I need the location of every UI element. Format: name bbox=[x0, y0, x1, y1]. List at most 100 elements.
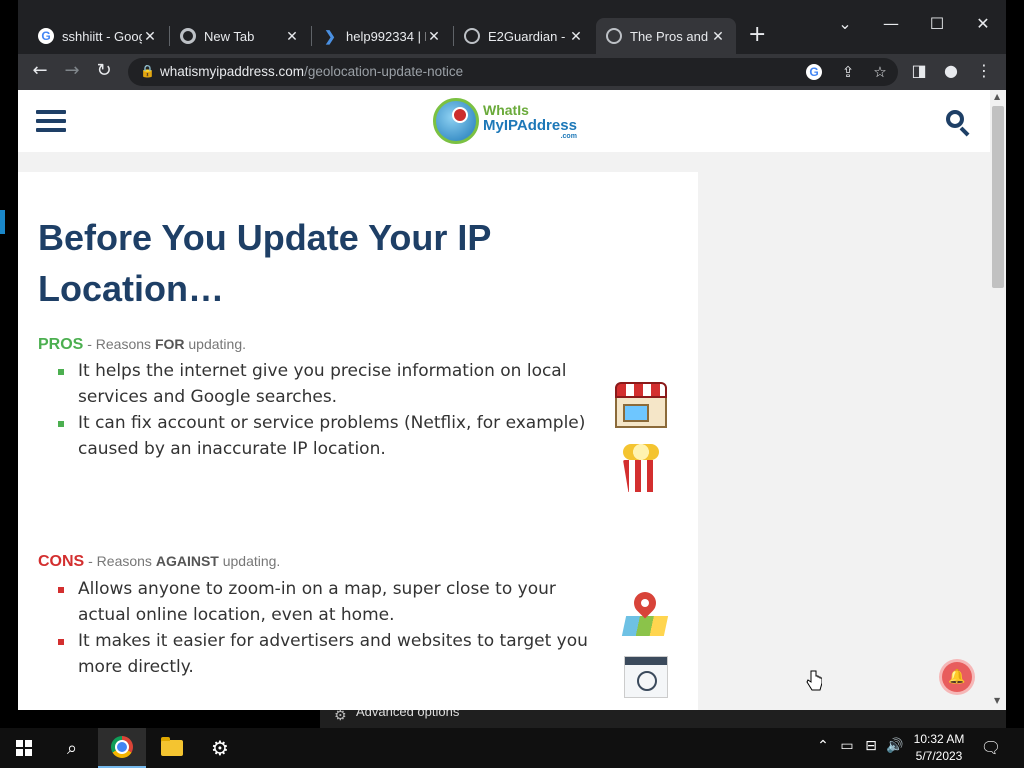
globe-icon bbox=[464, 28, 480, 44]
pros-emphasis: FOR bbox=[154, 336, 185, 352]
logo-line-1: WhatIs bbox=[483, 101, 529, 118]
battery-icon[interactable]: ▭ bbox=[836, 738, 858, 754]
cons-keyword: CONS bbox=[38, 553, 85, 570]
logo-line-2: MyIPAddress bbox=[483, 116, 577, 134]
tab-strip: G sshhiitt - Goog ✕ New Tab ✕ ❯ help9923… bbox=[18, 0, 1006, 54]
logo-globe-icon bbox=[433, 98, 479, 144]
pros-keyword: PROS bbox=[38, 336, 84, 353]
tab-e2guardian[interactable]: E2Guardian - A ✕ bbox=[454, 18, 594, 54]
google-icon: G bbox=[38, 28, 54, 44]
tab-title: E2Guardian - A bbox=[488, 28, 568, 44]
browser-window: G sshhiitt - Goog ✕ New Tab ✕ ❯ help9923… bbox=[18, 0, 1006, 710]
pros-label: PROS - Reasons FOR updating. bbox=[38, 336, 246, 354]
share-icon[interactable]: ⇪ bbox=[838, 63, 858, 81]
tab-new-tab[interactable]: New Tab ✕ bbox=[170, 18, 310, 54]
hand-cursor-icon bbox=[806, 670, 822, 691]
forward-button[interactable]: → bbox=[60, 60, 84, 81]
background-window-strip: ⚙ Advanced options bbox=[18, 710, 1006, 728]
page-title: Before You Update Your IP Location… bbox=[38, 217, 491, 309]
profile-icon[interactable]: ● bbox=[940, 61, 962, 80]
maximize-button[interactable]: ☐ bbox=[914, 14, 960, 33]
pros-prefix: - Reasons bbox=[83, 336, 155, 352]
windows-taskbar: ⌕ ⚙ ⌃ ▭ ⊟ 🔊 10:32 AM 5/7/2023 🗨 bbox=[0, 728, 1024, 768]
windows-logo-icon bbox=[16, 740, 32, 756]
bookmark-star-icon[interactable]: ☆ bbox=[870, 63, 890, 81]
chevron-up-icon[interactable]: ⌃ bbox=[812, 738, 834, 754]
arrow-icon: ❯ bbox=[324, 27, 336, 44]
action-center-icon[interactable]: 🗨 bbox=[980, 738, 1002, 757]
settings-taskbar-button[interactable]: ⚙ bbox=[196, 728, 244, 768]
logo-text: WhatIs MyIPAddress .com bbox=[483, 101, 577, 140]
storefront-icon bbox=[615, 382, 667, 430]
site-logo[interactable]: WhatIs MyIPAddress .com bbox=[433, 96, 577, 146]
file-explorer-taskbar-button[interactable] bbox=[148, 728, 196, 768]
system-clock[interactable]: 10:32 AM 5/7/2023 bbox=[906, 731, 972, 765]
search-icon[interactable] bbox=[946, 110, 970, 137]
advanced-options-label[interactable]: Advanced options bbox=[356, 710, 459, 719]
desktop-right-edge bbox=[1006, 0, 1024, 728]
pros-suffix: updating. bbox=[184, 336, 246, 352]
logo-line-3: .com bbox=[560, 132, 577, 140]
desktop-left-edge bbox=[0, 0, 18, 728]
browser-toolbar: ← → ↻ 🔒 whatismyipaddress.com/geolocatio… bbox=[18, 54, 1006, 90]
gear-icon: ⚙ bbox=[211, 736, 229, 760]
search-icon: ⌕ bbox=[66, 737, 78, 759]
popcorn-icon bbox=[623, 444, 659, 494]
close-icon[interactable]: ✕ bbox=[426, 28, 442, 45]
url-text[interactable]: whatismyipaddress.com/geolocation-update… bbox=[160, 64, 463, 79]
tab-search-icon[interactable]: ⌄ bbox=[822, 14, 868, 33]
chrome-icon bbox=[180, 28, 196, 44]
tab-google-search[interactable]: G sshhiitt - Goog ✕ bbox=[28, 18, 168, 54]
chrome-icon bbox=[111, 736, 133, 758]
close-icon[interactable]: ✕ bbox=[710, 28, 726, 45]
list-item: It helps the internet give you precise i… bbox=[58, 358, 598, 410]
pros-list: It helps the internet give you precise i… bbox=[58, 358, 598, 462]
tab-pros-and-cons[interactable]: The Pros and C ✕ bbox=[596, 18, 736, 54]
side-panel-icon[interactable]: ◨ bbox=[908, 61, 930, 80]
url-host: whatismyipaddress.com bbox=[160, 64, 305, 79]
page-viewport: WhatIs MyIPAddress .com Before You Updat… bbox=[18, 90, 1006, 710]
close-icon[interactable]: ✕ bbox=[568, 28, 584, 45]
tab-title: New Tab bbox=[204, 28, 255, 44]
lock-icon[interactable]: 🔒 bbox=[140, 64, 155, 78]
new-tab-button[interactable]: + bbox=[748, 24, 766, 46]
browser-profile-icon bbox=[624, 656, 668, 698]
google-lens-icon[interactable]: G bbox=[806, 64, 822, 80]
address-bar[interactable]: 🔒 whatismyipaddress.com/geolocation-upda… bbox=[128, 58, 898, 86]
map-pin-icon bbox=[621, 587, 669, 638]
minimize-button[interactable]: — bbox=[868, 14, 914, 33]
back-button[interactable]: ← bbox=[28, 60, 52, 81]
search-taskbar-button[interactable]: ⌕ bbox=[48, 728, 96, 768]
close-icon[interactable]: ✕ bbox=[142, 28, 158, 45]
cons-emphasis: AGAINST bbox=[155, 553, 219, 569]
folder-icon bbox=[161, 737, 183, 756]
scroll-down-arrow-icon[interactable]: ▼ bbox=[994, 696, 1000, 705]
menu-kebab-icon[interactable]: ⋮ bbox=[973, 61, 995, 80]
close-icon[interactable]: ✕ bbox=[284, 28, 300, 45]
chrome-taskbar-button[interactable] bbox=[98, 728, 146, 768]
volume-icon[interactable]: 🔊 bbox=[884, 738, 906, 754]
tab-title: The Pros and C bbox=[630, 28, 710, 44]
list-item: It makes it easier for advertisers and w… bbox=[58, 628, 598, 680]
notification-bell-icon[interactable]: 🔔 bbox=[942, 662, 972, 692]
cons-list: Allows anyone to zoom-in on a map, super… bbox=[58, 576, 598, 680]
start-button[interactable] bbox=[0, 728, 48, 768]
cons-suffix: updating. bbox=[218, 553, 281, 569]
scroll-up-arrow-icon[interactable]: ▲ bbox=[994, 92, 1000, 101]
settings-gear-icon: ⚙ bbox=[334, 710, 347, 724]
article-card: Before You Update Your IP Location… PROS… bbox=[18, 172, 698, 710]
reload-button[interactable]: ↻ bbox=[92, 60, 116, 81]
tab-title: sshhiitt - Goog bbox=[62, 28, 142, 44]
hamburger-menu-icon[interactable] bbox=[36, 110, 66, 132]
cons-label: CONS - Reasons AGAINST updating. bbox=[38, 553, 280, 571]
url-path: /geolocation-update-notice bbox=[304, 64, 464, 79]
background-window-accent bbox=[0, 210, 5, 234]
tab-help[interactable]: ❯ help992334 | R ✕ bbox=[312, 18, 452, 54]
cons-prefix: - Reasons bbox=[84, 553, 156, 569]
network-icon[interactable]: ⊟ bbox=[860, 738, 882, 754]
close-window-button[interactable]: ✕ bbox=[960, 14, 1006, 33]
clock-time: 10:32 AM bbox=[913, 732, 965, 746]
list-item: Allows anyone to zoom-in on a map, super… bbox=[58, 576, 598, 628]
page-scrollbar[interactable]: ▲ ▼ bbox=[990, 90, 1006, 710]
scroll-thumb[interactable] bbox=[992, 106, 1004, 288]
